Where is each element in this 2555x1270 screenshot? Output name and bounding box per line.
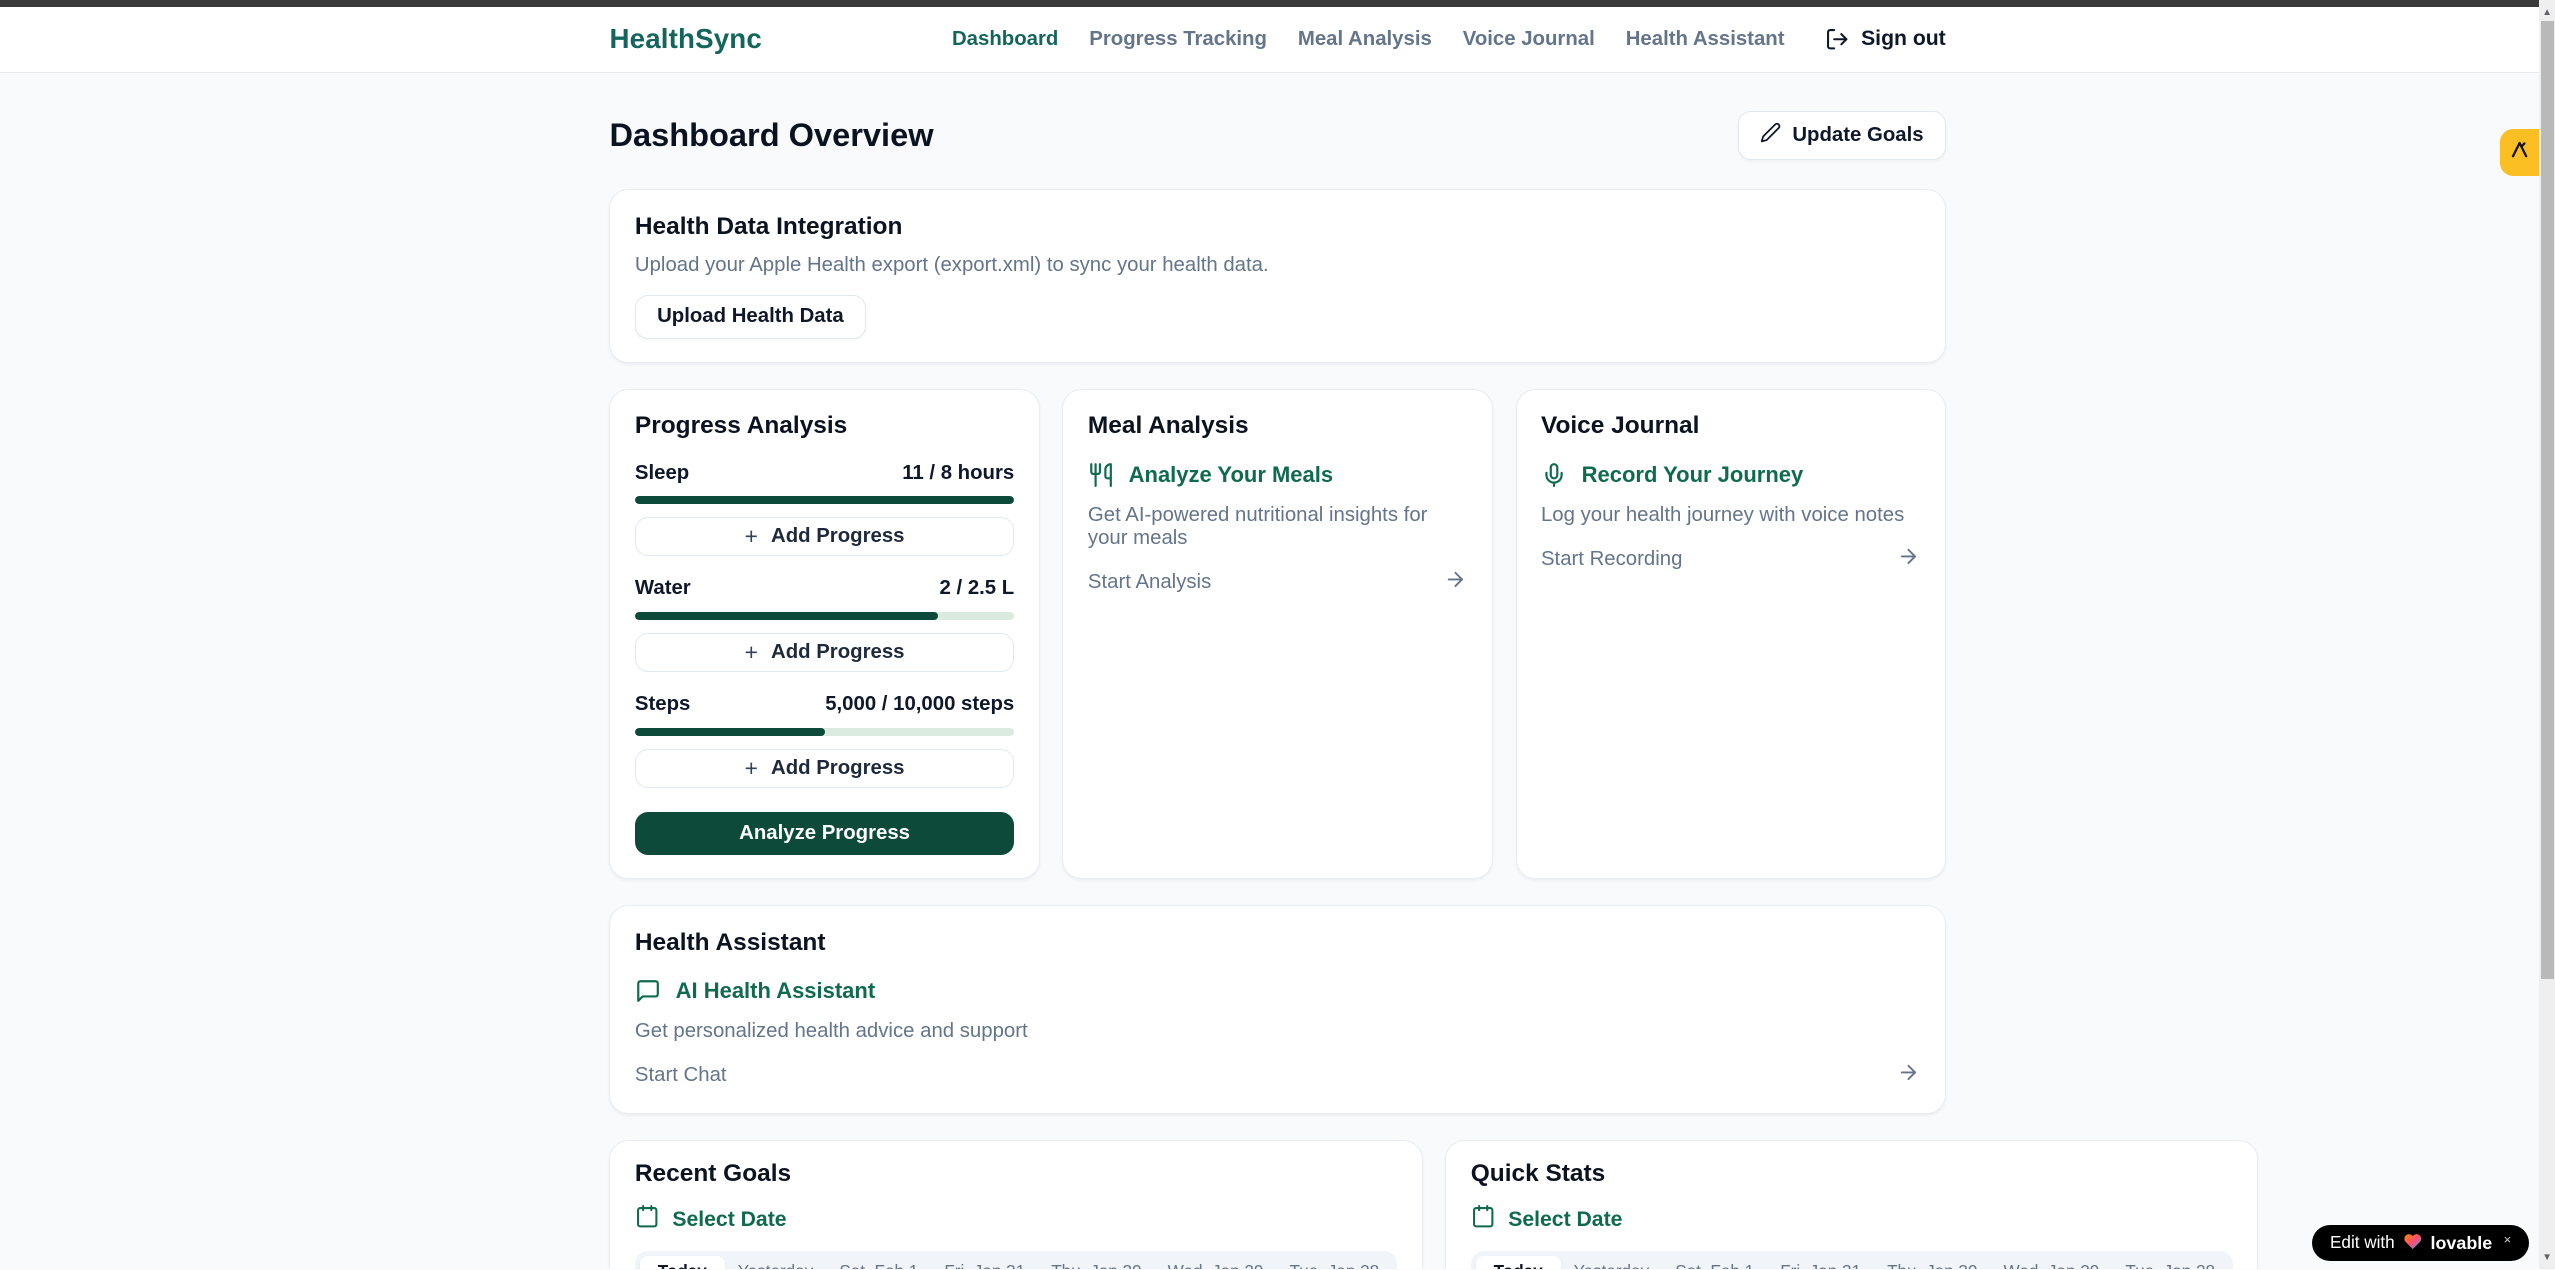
meal-analysis-card: Meal Analysis Analyze Your Meals Get AI-…	[1062, 389, 1492, 879]
stats-tab-today[interactable]: Today	[1476, 1256, 1561, 1270]
ai-health-assistant-link[interactable]: AI Health Assistant	[635, 978, 1920, 1004]
water-value: 2 / 2.5 L	[940, 577, 1015, 600]
top-nav-bar: HealthSync Dashboard Progress Tracking M…	[0, 7, 2555, 74]
voice-journal-card: Voice Journal Record Your Journey Log yo…	[1516, 389, 1946, 879]
nav-dashboard[interactable]: Dashboard	[952, 28, 1058, 51]
calendar-icon	[635, 1204, 659, 1234]
plus-icon: +	[745, 525, 758, 548]
recent-goals-card: Recent Goals Select Date Today Yesterday…	[609, 1140, 1422, 1270]
voice-description: Log your health journey with voice notes	[1541, 504, 1920, 527]
nav-voice-journal[interactable]: Voice Journal	[1463, 28, 1595, 51]
steps-add-progress-button[interactable]: + Add Progress	[635, 749, 1014, 788]
integration-description: Upload your Apple Health export (export.…	[635, 254, 1920, 277]
water-label: Water	[635, 577, 691, 600]
goals-tab-yesterday[interactable]: Yesterday	[725, 1257, 827, 1269]
sleep-progress-bar	[635, 496, 1014, 504]
progress-title: Progress Analysis	[635, 412, 1014, 440]
lovable-side-button[interactable]	[2500, 129, 2539, 176]
sleep-add-progress-button[interactable]: + Add Progress	[635, 517, 1014, 556]
sign-out-button[interactable]: Sign out	[1825, 27, 1946, 51]
recent-goals-title: Recent Goals	[635, 1160, 1397, 1188]
health-data-integration-card: Health Data Integration Upload your Appl…	[609, 189, 1945, 363]
update-goals-button[interactable]: Update Goals	[1738, 111, 1946, 160]
page-title: Dashboard Overview	[609, 116, 933, 154]
scrollbar-up-icon[interactable]: ▲	[2539, 7, 2555, 18]
goals-tab-today[interactable]: Today	[640, 1256, 725, 1270]
lovable-logo-icon	[2509, 139, 2530, 166]
sleep-value: 11 / 8 hours	[902, 462, 1014, 485]
meal-description: Get AI-powered nutritional insights for …	[1088, 504, 1467, 550]
voice-title: Voice Journal	[1541, 412, 1920, 440]
utensils-icon	[1088, 462, 1114, 488]
plus-icon: +	[745, 641, 758, 664]
arrow-right-icon	[1897, 1061, 1920, 1090]
integration-title: Health Data Integration	[635, 213, 1920, 241]
steps-label: Steps	[635, 693, 690, 716]
stats-select-date[interactable]: Select Date	[1471, 1204, 2233, 1234]
calendar-icon	[1471, 1204, 1495, 1234]
pencil-icon	[1760, 122, 1781, 149]
start-chat-action[interactable]: Start Chat	[635, 1061, 1920, 1090]
edit-with-lovable-badge[interactable]: Edit with lovable ×	[2312, 1225, 2529, 1261]
main-nav: Dashboard Progress Tracking Meal Analysi…	[952, 27, 1946, 51]
goals-select-date[interactable]: Select Date	[635, 1204, 1397, 1234]
sign-out-label: Sign out	[1861, 27, 1946, 51]
quick-stats-title: Quick Stats	[1471, 1160, 2233, 1188]
stats-tab-yesterday[interactable]: Yesterday	[1561, 1257, 1663, 1269]
steps-progress-bar	[635, 728, 1014, 736]
goals-tab-thu-jan-30[interactable]: Thu, Jan 30	[1038, 1257, 1154, 1269]
steps-metric: Steps 5,000 / 10,000 steps + Add Progres…	[635, 693, 1014, 788]
goals-tab-tue-jan-28[interactable]: Tue, Jan 28	[1276, 1257, 1392, 1269]
goals-tab-sat-feb-1[interactable]: Sat, Feb 1	[826, 1257, 931, 1269]
stats-tab-fri-jan-31[interactable]: Fri, Jan 31	[1767, 1257, 1874, 1269]
app-logo: HealthSync	[609, 23, 761, 55]
water-metric: Water 2 / 2.5 L + Add Progress	[635, 577, 1014, 672]
goals-tab-wed-jan-29[interactable]: Wed, Jan 29	[1155, 1257, 1277, 1269]
microphone-icon	[1541, 462, 1567, 488]
water-progress-bar	[635, 612, 1014, 620]
start-analysis-action[interactable]: Start Analysis	[1088, 568, 1467, 597]
analyze-your-meals-link[interactable]: Analyze Your Meals	[1088, 462, 1467, 488]
sleep-label: Sleep	[635, 462, 689, 485]
assistant-title: Health Assistant	[635, 929, 1920, 957]
lovable-heart-icon	[2403, 1232, 2423, 1255]
stats-tab-sat-feb-1[interactable]: Sat, Feb 1	[1662, 1257, 1767, 1269]
stats-date-tab-bar: Today Yesterday Sat, Feb 1 Fri, Jan 31 T…	[1471, 1251, 2233, 1269]
progress-analysis-card: Progress Analysis Sleep 11 / 8 hours + A…	[609, 389, 1039, 879]
upload-health-data-button[interactable]: Upload Health Data	[635, 295, 866, 339]
nav-meal-analysis[interactable]: Meal Analysis	[1298, 28, 1432, 51]
steps-value: 5,000 / 10,000 steps	[825, 693, 1014, 716]
water-add-progress-button[interactable]: + Add Progress	[635, 633, 1014, 672]
analyze-progress-button[interactable]: Analyze Progress	[635, 812, 1014, 854]
plus-icon: +	[745, 757, 758, 780]
assistant-description: Get personalized health advice and suppo…	[635, 1020, 1920, 1043]
goals-tab-fri-jan-31[interactable]: Fri, Jan 31	[931, 1257, 1038, 1269]
app-viewport: HealthSync Dashboard Progress Tracking M…	[0, 0, 2555, 1269]
meal-title: Meal Analysis	[1088, 412, 1467, 440]
vertical-scrollbar[interactable]: ▲ ▼	[2539, 0, 2555, 1269]
sleep-metric: Sleep 11 / 8 hours + Add Progress	[635, 462, 1014, 557]
stats-tab-thu-jan-30[interactable]: Thu, Jan 30	[1874, 1257, 1990, 1269]
nav-progress-tracking[interactable]: Progress Tracking	[1089, 28, 1267, 51]
log-out-icon	[1825, 27, 1849, 51]
badge-close-icon[interactable]: ×	[2504, 1232, 2512, 1247]
arrow-right-icon	[1444, 568, 1467, 597]
scrollbar-thumb[interactable]	[2541, 21, 2554, 979]
stats-tab-wed-jan-29[interactable]: Wed, Jan 29	[1990, 1257, 2112, 1269]
goals-date-tab-bar: Today Yesterday Sat, Feb 1 Fri, Jan 31 T…	[635, 1251, 1397, 1269]
start-recording-action[interactable]: Start Recording	[1541, 545, 1920, 574]
quick-stats-card: Quick Stats Select Date Today Yesterday …	[1445, 1140, 2258, 1270]
scrollbar-down-icon[interactable]: ▼	[2539, 1252, 2555, 1263]
nav-health-assistant[interactable]: Health Assistant	[1626, 28, 1785, 51]
record-your-journey-link[interactable]: Record Your Journey	[1541, 462, 1920, 488]
health-assistant-card: Health Assistant AI Health Assistant Get…	[609, 905, 1945, 1114]
stats-tab-tue-jan-28[interactable]: Tue, Jan 28	[2112, 1257, 2228, 1269]
chat-bubble-icon	[635, 978, 661, 1004]
arrow-right-icon	[1897, 545, 1920, 574]
